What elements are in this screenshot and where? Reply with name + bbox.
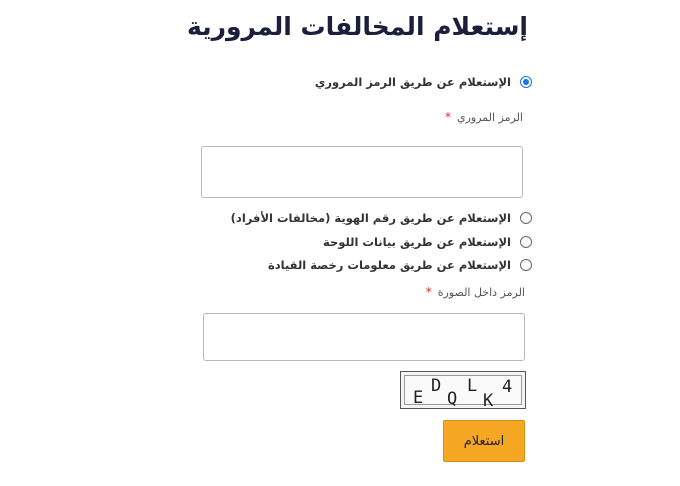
required-asterisk: * bbox=[444, 110, 451, 124]
option-by-license[interactable]: الإستعلام عن طريق معلومات رخصة القيادة bbox=[268, 258, 532, 272]
option-label-plate: الإستعلام عن طريق بيانات اللوحة bbox=[323, 235, 511, 249]
option-by-id[interactable]: الإستعلام عن طريق رقم الهوية (مخالفات ال… bbox=[231, 211, 532, 225]
radio-traffic-code[interactable] bbox=[520, 76, 532, 88]
option-label-traffic-code: الإستعلام عن طريق الرمز المروري bbox=[314, 75, 511, 89]
radio-plate[interactable] bbox=[520, 236, 532, 248]
option-by-traffic-code[interactable]: الإستعلام عن طريق الرمز المروري bbox=[315, 75, 532, 89]
captcha-image: E D Q L K 4 bbox=[400, 371, 526, 409]
radio-id[interactable] bbox=[520, 212, 532, 224]
captcha-char: 4 bbox=[502, 377, 513, 397]
option-by-plate[interactable]: الإستعلام عن طريق بيانات اللوحة bbox=[323, 235, 532, 249]
captcha-char: L bbox=[467, 376, 478, 396]
captcha-char: E bbox=[413, 388, 424, 408]
traffic-code-input[interactable] bbox=[201, 146, 523, 198]
captcha-input[interactable] bbox=[203, 313, 525, 361]
captcha-char: K bbox=[483, 391, 494, 409]
captcha-char: D bbox=[431, 376, 442, 396]
page-title: إستعلام المخالفات المرورية bbox=[187, 12, 528, 41]
submit-button[interactable]: استعلام bbox=[443, 420, 525, 462]
radio-license[interactable] bbox=[520, 259, 532, 271]
traffic-code-label-text: الرمز المروري bbox=[456, 111, 523, 124]
option-label-id: الإستعلام عن طريق رقم الهوية (مخالفات ال… bbox=[230, 211, 511, 225]
captcha-char: Q bbox=[447, 389, 458, 409]
traffic-code-label: الرمز المروري * bbox=[445, 110, 523, 124]
option-label-license: الإستعلام عن طريق معلومات رخصة القيادة bbox=[267, 258, 511, 272]
required-asterisk: * bbox=[425, 285, 432, 299]
captcha-label: الرمز داخل الصورة * bbox=[426, 285, 525, 299]
captcha-label-text: الرمز داخل الصورة bbox=[437, 286, 525, 299]
